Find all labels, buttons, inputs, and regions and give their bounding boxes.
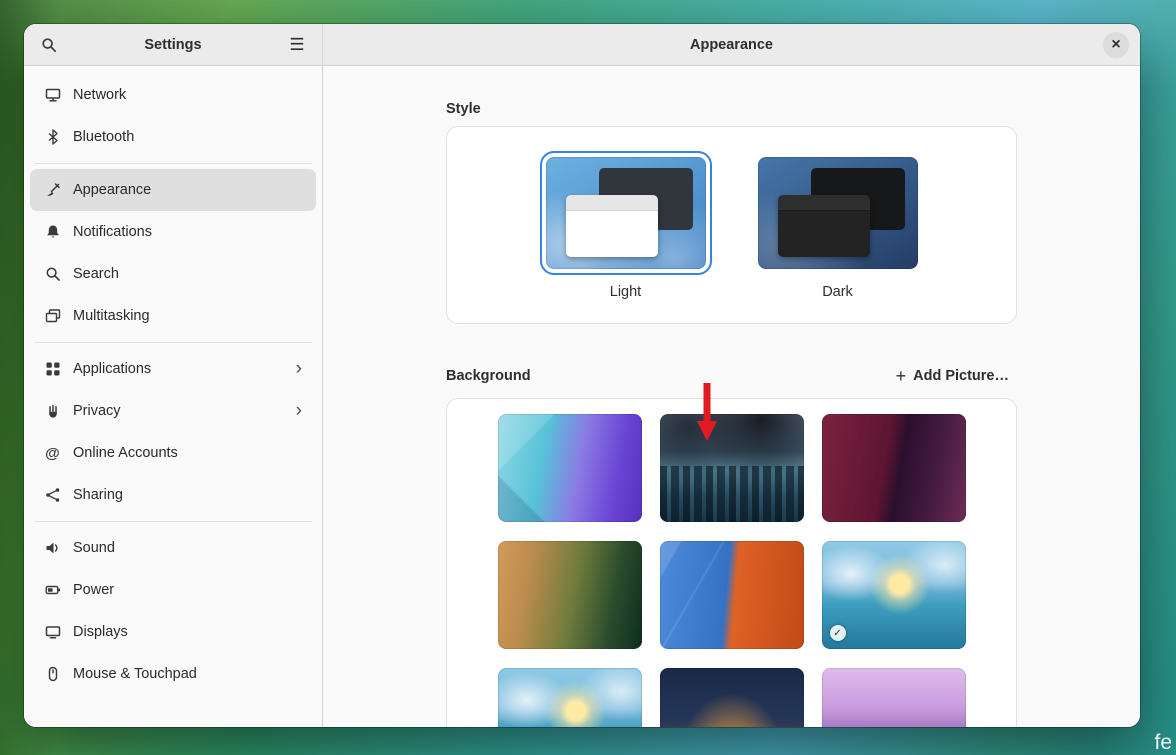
sidebar-item-network[interactable]: Network <box>30 74 316 116</box>
sidebar-item-label: Network <box>73 87 126 103</box>
sidebar-item-label: Privacy <box>73 403 121 419</box>
battery-icon <box>44 582 61 599</box>
at-icon: @ <box>44 445 61 462</box>
content-pane: Appearance × Style Light <box>323 24 1140 727</box>
hamburger-menu-icon: ☰ <box>289 36 304 53</box>
wallpaper-thumb-geometric-teal-purple[interactable] <box>498 414 642 522</box>
style-preview-dark <box>758 157 918 269</box>
sidebar-separator <box>34 521 312 522</box>
wallpaper-thumb-island-sunrise-2[interactable] <box>498 668 642 727</box>
sidebar-item-search[interactable]: Search <box>30 253 316 295</box>
wallpaper-thumb-amber-green[interactable] <box>498 541 642 649</box>
style-preview-light-selected-ring <box>540 151 712 275</box>
sidebar-item-bluetooth[interactable]: Bluetooth <box>30 116 316 158</box>
sidebar-item-multitasking[interactable]: Multitasking <box>30 295 316 337</box>
style-card: Light Dark <box>446 126 1017 324</box>
network-icon <box>44 87 61 104</box>
background-section-header: Background + Add Picture… <box>446 363 1017 389</box>
sidebar-item-label: Appearance <box>73 182 151 198</box>
background-section-label: Background <box>446 368 531 384</box>
sidebar-item-label: Search <box>73 266 119 282</box>
sidebar-item-label: Power <box>73 582 114 598</box>
style-section-label: Style <box>446 101 1017 117</box>
sidebar-item-label: Sound <box>73 540 115 556</box>
style-option-label: Dark <box>822 284 853 300</box>
sidebar-item-power[interactable]: Power <box>30 569 316 611</box>
sidebar-item-label: Notifications <box>73 224 152 240</box>
chevron-right-icon: › <box>296 359 302 380</box>
content-headerbar: Appearance × <box>323 24 1140 66</box>
page-title: Appearance <box>690 37 773 53</box>
style-option-label: Light <box>610 284 641 300</box>
wallpaper-thumb-blue-orange-split[interactable] <box>660 541 804 649</box>
sidebar: Settings ☰ Network Bluetooth <box>24 24 323 727</box>
wallpaper-thumb-night-orange-horizon[interactable] <box>660 668 804 727</box>
sidebar-item-sharing[interactable]: Sharing <box>30 474 316 516</box>
wallpaper-grid: ✓ <box>447 399 1016 727</box>
sidebar-item-notifications[interactable]: Notifications <box>30 211 316 253</box>
sidebar-item-privacy[interactable]: Privacy › <box>30 390 316 432</box>
preview-front-window <box>566 195 658 257</box>
privacy-hand-icon <box>44 403 61 420</box>
close-icon: × <box>1111 37 1120 53</box>
sidebar-item-sound[interactable]: Sound <box>30 527 316 569</box>
selected-check-icon: ✓ <box>830 625 846 641</box>
sidebar-item-mouse-touchpad[interactable]: Mouse & Touchpad <box>30 653 316 695</box>
wallpaper-thumb-purple-dusk[interactable] <box>822 668 966 727</box>
sidebar-title: Settings <box>70 37 276 53</box>
sidebar-item-label: Bluetooth <box>73 129 134 145</box>
sidebar-item-appearance[interactable]: Appearance <box>30 169 316 211</box>
add-picture-button[interactable]: + Add Picture… <box>888 363 1017 389</box>
sidebar-item-label: Mouse & Touchpad <box>73 666 197 682</box>
sidebar-headerbar: Settings ☰ <box>24 24 322 66</box>
preview-front-window <box>778 195 870 257</box>
speaker-icon <box>44 540 61 557</box>
multitasking-icon <box>44 308 61 325</box>
sidebar-item-displays[interactable]: Displays <box>30 611 316 653</box>
settings-window: Settings ☰ Network Bluetooth <box>24 24 1140 727</box>
appearance-icon <box>44 182 61 199</box>
sidebar-item-label: Sharing <box>73 487 123 503</box>
wallpaper-thumb-city-skyline[interactable] <box>660 414 804 522</box>
sidebar-separator <box>34 342 312 343</box>
bluetooth-icon <box>44 129 61 146</box>
sidebar-item-label: Applications <box>73 361 151 377</box>
sidebar-item-label: Online Accounts <box>73 445 178 461</box>
share-icon <box>44 487 61 504</box>
search-button[interactable] <box>34 30 64 60</box>
desktop-watermark: fe <box>1154 731 1172 755</box>
wallpaper-thumb-dark-maroon-purple[interactable] <box>822 414 966 522</box>
main-menu-button[interactable]: ☰ <box>282 30 312 60</box>
background-card: ✓ <box>446 398 1017 727</box>
bell-icon <box>44 224 61 241</box>
style-option-dark[interactable]: Dark <box>752 151 924 300</box>
search-icon <box>44 266 61 283</box>
add-picture-label: Add Picture… <box>913 368 1009 384</box>
sidebar-item-applications[interactable]: Applications › <box>30 348 316 390</box>
plus-icon: + <box>896 367 907 385</box>
style-preview-light <box>546 157 706 269</box>
sidebar-list: Network Bluetooth Appearance Notific <box>24 66 322 699</box>
sidebar-item-online-accounts[interactable]: @ Online Accounts <box>30 432 316 474</box>
search-icon <box>41 36 58 53</box>
mouse-icon <box>44 666 61 683</box>
style-option-light[interactable]: Light <box>540 151 712 300</box>
style-preview-dark-ring <box>752 151 924 275</box>
appearance-page: Style Light <box>323 66 1140 727</box>
chevron-right-icon: › <box>296 401 302 422</box>
sidebar-item-label: Multitasking <box>73 308 150 324</box>
wallpaper-thumb-island-sunrise-selected[interactable]: ✓ <box>822 541 966 649</box>
sidebar-item-label: Displays <box>73 624 128 640</box>
close-window-button[interactable]: × <box>1103 32 1129 58</box>
applications-grid-icon <box>44 361 61 378</box>
display-icon <box>44 624 61 641</box>
desktop: { "desktop": { "watermark": "fe" }, "ico… <box>0 0 1176 755</box>
sidebar-separator <box>34 163 312 164</box>
